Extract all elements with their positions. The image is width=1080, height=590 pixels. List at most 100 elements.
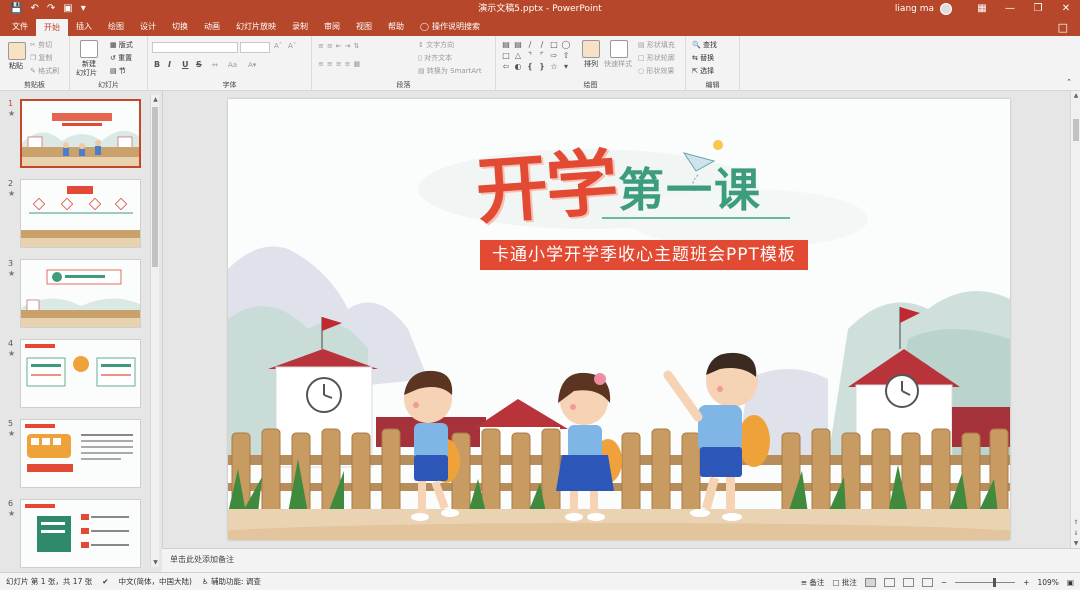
shape-callout-icon[interactable]: ◐ bbox=[512, 62, 524, 71]
shape-arrow-icon[interactable]: ⇨ bbox=[548, 51, 560, 60]
current-slide[interactable]: 开学 第一课 卡通小学开学季收心主题班会PPT模板 bbox=[228, 99, 1010, 540]
shape-effects-button[interactable]: ○ 形状效果 bbox=[638, 66, 674, 76]
slide-sorter-view-icon[interactable] bbox=[883, 577, 895, 587]
previous-slide-icon[interactable]: ⇑ bbox=[1071, 519, 1080, 526]
font-size-combo[interactable] bbox=[240, 42, 270, 53]
reading-view-icon[interactable] bbox=[902, 577, 914, 587]
arrange-icon[interactable] bbox=[582, 40, 600, 58]
close-icon[interactable]: ✕ bbox=[1052, 0, 1080, 18]
copy-button[interactable]: ❐ 复制 bbox=[30, 53, 53, 63]
slide-scrollbar-thumb[interactable] bbox=[1073, 119, 1079, 141]
minimize-icon[interactable]: — bbox=[996, 0, 1024, 18]
shape-textbox-icon[interactable]: ▤ bbox=[500, 40, 512, 49]
underline-button[interactable]: U bbox=[182, 60, 189, 69]
paste-button[interactable]: 粘贴 bbox=[9, 61, 23, 71]
tell-me-search[interactable]: ◯ 操作说明搜索 bbox=[412, 18, 480, 36]
user-name[interactable]: liang ma bbox=[895, 4, 934, 14]
slide-title-green[interactable]: 第一课 bbox=[618, 165, 762, 215]
shape-line-icon[interactable]: ∕ bbox=[524, 40, 536, 49]
restore-icon[interactable]: ❐ bbox=[1024, 0, 1052, 18]
bold-button[interactable]: B bbox=[154, 60, 160, 69]
thumbnail-4[interactable] bbox=[20, 339, 141, 408]
shape-textbox-v-icon[interactable]: ▤ bbox=[512, 40, 524, 49]
quick-styles-icon[interactable] bbox=[610, 40, 628, 58]
comments-icon[interactable]: □ bbox=[1058, 21, 1068, 34]
strikethrough-button[interactable]: S bbox=[196, 60, 202, 69]
select-button[interactable]: ⇱ 选择 bbox=[692, 66, 714, 76]
align-buttons-icon[interactable]: ≡≡≡≡▦ bbox=[318, 60, 363, 68]
thumbnail-slot-2[interactable]: 2 ★ bbox=[0, 179, 150, 255]
collapse-ribbon-icon[interactable]: ⌃ bbox=[1066, 78, 1072, 86]
align-text-button[interactable]: ▯ 对齐文本 bbox=[418, 53, 452, 63]
notes-toggle-button[interactable]: ≡ 备注 bbox=[801, 577, 825, 588]
shape-fill-button[interactable]: ▤ 形状填充 bbox=[638, 40, 675, 50]
change-case-icon[interactable]: Aa bbox=[228, 61, 237, 69]
thumbnail-slot-3[interactable]: 3 ★ bbox=[0, 259, 150, 335]
tab-transitions[interactable]: 切换 bbox=[164, 18, 196, 36]
tab-file[interactable]: 文件 bbox=[4, 18, 36, 36]
spell-check-icon[interactable]: ✔ bbox=[102, 577, 108, 586]
notes-placeholder[interactable]: 单击此处添加备注 bbox=[170, 554, 234, 565]
scroll-up-icon[interactable]: ▲ bbox=[151, 96, 160, 103]
paste-icon[interactable] bbox=[8, 42, 26, 60]
shape-arrow2-icon[interactable]: ⇧ bbox=[560, 51, 572, 60]
tab-view[interactable]: 视图 bbox=[348, 18, 380, 36]
slideshow-view-icon[interactable] bbox=[921, 577, 933, 587]
save-icon[interactable]: 💾 bbox=[10, 0, 22, 18]
slide-scrollbar[interactable]: ▲ ⇑ ⇓ ▼ bbox=[1070, 91, 1080, 548]
font-color-icon[interactable]: A▾ bbox=[248, 61, 256, 69]
tab-record[interactable]: 录制 bbox=[284, 18, 316, 36]
shapes-gallery[interactable]: ▤ ▤ ∕ ∕ □ ◯ □ △ ⌝ ⌜ ⇨ ⇧ ⇦ ◐ ❴ ❵ ☆ ▾ bbox=[500, 40, 572, 71]
normal-view-icon[interactable] bbox=[864, 577, 876, 587]
format-painter-button[interactable]: ✎ 格式刷 bbox=[30, 66, 59, 76]
thumbnail-slot-5[interactable]: 5 ★ bbox=[0, 419, 150, 495]
tab-insert[interactable]: 插入 bbox=[68, 18, 100, 36]
cut-button[interactable]: ✂ 剪切 bbox=[30, 40, 52, 50]
scroll-down-icon[interactable]: ▼ bbox=[151, 559, 160, 566]
slide-title-red[interactable]: 开学 bbox=[473, 139, 619, 234]
font-name-combo[interactable] bbox=[152, 42, 238, 53]
scroll-up-icon[interactable]: ▲ bbox=[1071, 92, 1080, 99]
text-direction-button[interactable]: ↕ 文字方向 bbox=[418, 40, 454, 50]
fit-slide-icon[interactable]: ▣ bbox=[1067, 578, 1074, 587]
list-buttons-icon[interactable]: ≡≡⇤⇥⇅ bbox=[318, 42, 362, 50]
decrease-font-icon[interactable]: Aˇ bbox=[288, 42, 296, 50]
thumbnail-slot-6[interactable]: 6 ★ bbox=[0, 499, 150, 575]
smartart-button[interactable]: ▤ 转换为 SmartArt bbox=[418, 66, 482, 76]
scroll-down-icon[interactable]: ▼ bbox=[1071, 540, 1080, 547]
tab-home[interactable]: 开始 bbox=[36, 19, 68, 36]
thumbnail-2[interactable] bbox=[20, 179, 141, 248]
replace-button[interactable]: ⇆ 替换 bbox=[692, 53, 714, 63]
thumbnail-5[interactable] bbox=[20, 419, 141, 488]
shape-arrow3-icon[interactable]: ⇦ bbox=[500, 62, 512, 71]
language-indicator[interactable]: 中文(简体，中国大陆) bbox=[119, 576, 192, 587]
next-slide-icon[interactable]: ⇓ bbox=[1071, 530, 1080, 537]
start-slideshow-icon[interactable]: ▣ bbox=[63, 0, 72, 18]
reset-button[interactable]: ↺ 重置 bbox=[110, 53, 132, 63]
tab-design[interactable]: 设计 bbox=[132, 18, 164, 36]
thumbnail-3[interactable] bbox=[20, 259, 141, 328]
tab-draw[interactable]: 绘图 bbox=[100, 18, 132, 36]
new-slide-label-2[interactable]: 幻灯片 bbox=[76, 68, 97, 78]
shape-triangle-icon[interactable]: △ bbox=[512, 51, 524, 60]
new-slide-icon[interactable] bbox=[80, 40, 98, 58]
accessibility-indicator[interactable]: ♿ 辅助功能: 调查 bbox=[202, 576, 261, 587]
shape-brace2-icon[interactable]: ❵ bbox=[536, 62, 548, 71]
shape-oval-icon[interactable]: ◯ bbox=[560, 40, 572, 49]
shape-elbow2-icon[interactable]: ⌜ bbox=[536, 51, 548, 60]
avatar[interactable] bbox=[940, 3, 952, 15]
shape-star-icon[interactable]: ☆ bbox=[548, 62, 560, 71]
ribbon-display-options-icon[interactable]: ▦ bbox=[968, 0, 996, 18]
shape-brace-icon[interactable]: ❴ bbox=[524, 62, 536, 71]
comments-toggle-button[interactable]: □ 批注 bbox=[832, 577, 856, 588]
tab-help[interactable]: 帮助 bbox=[380, 18, 412, 36]
thumbnail-6[interactable] bbox=[20, 499, 141, 568]
thumbnail-slot-4[interactable]: 4 ★ bbox=[0, 339, 150, 415]
shapes-more-icon[interactable]: ▾ bbox=[560, 62, 572, 71]
zoom-in-icon[interactable]: + bbox=[1023, 578, 1029, 587]
tab-review[interactable]: 审阅 bbox=[316, 18, 348, 36]
shape-outline-button[interactable]: □ 形状轮廓 bbox=[638, 53, 675, 63]
section-button[interactable]: ▤ 节 bbox=[110, 66, 126, 76]
zoom-level[interactable]: 109% bbox=[1037, 578, 1058, 587]
zoom-slider-knob[interactable] bbox=[993, 577, 997, 587]
